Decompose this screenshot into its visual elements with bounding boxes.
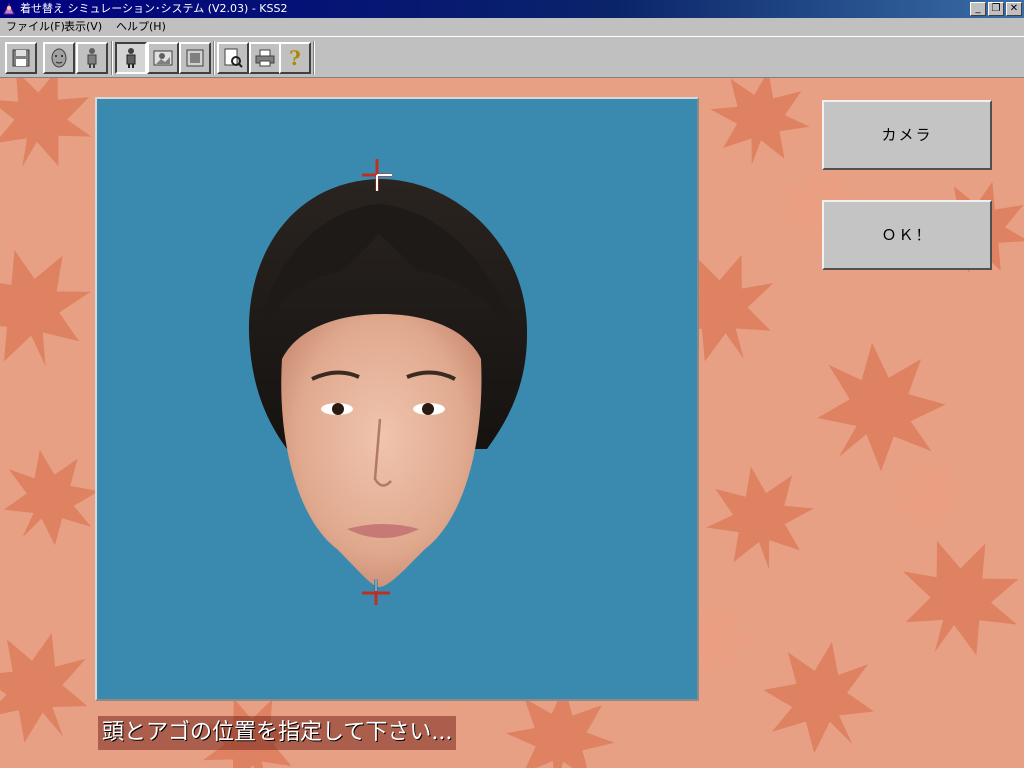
person-selected-icon	[126, 48, 136, 68]
window-title: 着せ替え シミュレーション･システム (V2.03) - KSS2	[20, 2, 288, 15]
save-button[interactable]	[5, 42, 37, 74]
window-controls: _ ❐ ✕	[970, 2, 1022, 16]
close-button[interactable]: ✕	[1006, 2, 1022, 16]
print-button[interactable]	[249, 42, 281, 74]
face-front-icon	[51, 48, 67, 68]
document-search-icon	[224, 48, 243, 68]
menu-view[interactable]: 表示(V)	[60, 18, 106, 36]
menu-file[interactable]: ファイル(F)	[2, 18, 69, 36]
help-question-icon: ?	[289, 46, 301, 70]
person-select-button[interactable]	[115, 42, 147, 74]
photo-canvas[interactable]	[95, 97, 699, 701]
camera-button[interactable]: カメラ	[822, 100, 992, 170]
film-icon	[186, 49, 204, 67]
menu-help[interactable]: ヘルプ(H)	[112, 18, 170, 36]
body-mode-button[interactable]	[76, 42, 108, 74]
toolbar-separator	[111, 41, 113, 75]
instruction-text: 頭とアゴの位置を指定して下さい...	[98, 716, 457, 750]
title-bar: 着せ替え シミュレーション･システム (V2.03) - KSS2 _ ❐ ✕	[0, 0, 1024, 18]
photo-button[interactable]	[147, 42, 179, 74]
person-standing-icon	[87, 48, 97, 68]
toolbar: ?	[0, 36, 1024, 78]
search-doc-button[interactable]	[217, 42, 249, 74]
face-photo	[248, 159, 528, 605]
toolbar-separator	[313, 41, 315, 75]
printer-icon	[255, 49, 275, 67]
help-button[interactable]: ?	[279, 42, 311, 74]
film-button[interactable]	[179, 42, 211, 74]
restore-button[interactable]: ❐	[988, 2, 1004, 16]
toolbar-separator	[213, 41, 215, 75]
workspace: カメラ ＯＫ！ 頭とアゴの位置を指定して下さい...	[0, 78, 1024, 768]
menu-bar: ファイル(F) 表示(V) ヘルプ(H)	[0, 18, 1024, 36]
minimize-button[interactable]: _	[970, 2, 986, 16]
ok-button[interactable]: ＯＫ！	[822, 200, 992, 270]
photo-frame-icon	[153, 50, 173, 66]
floppy-save-icon	[12, 49, 30, 67]
app-icon	[3, 2, 15, 15]
face-mode-button[interactable]	[43, 42, 75, 74]
